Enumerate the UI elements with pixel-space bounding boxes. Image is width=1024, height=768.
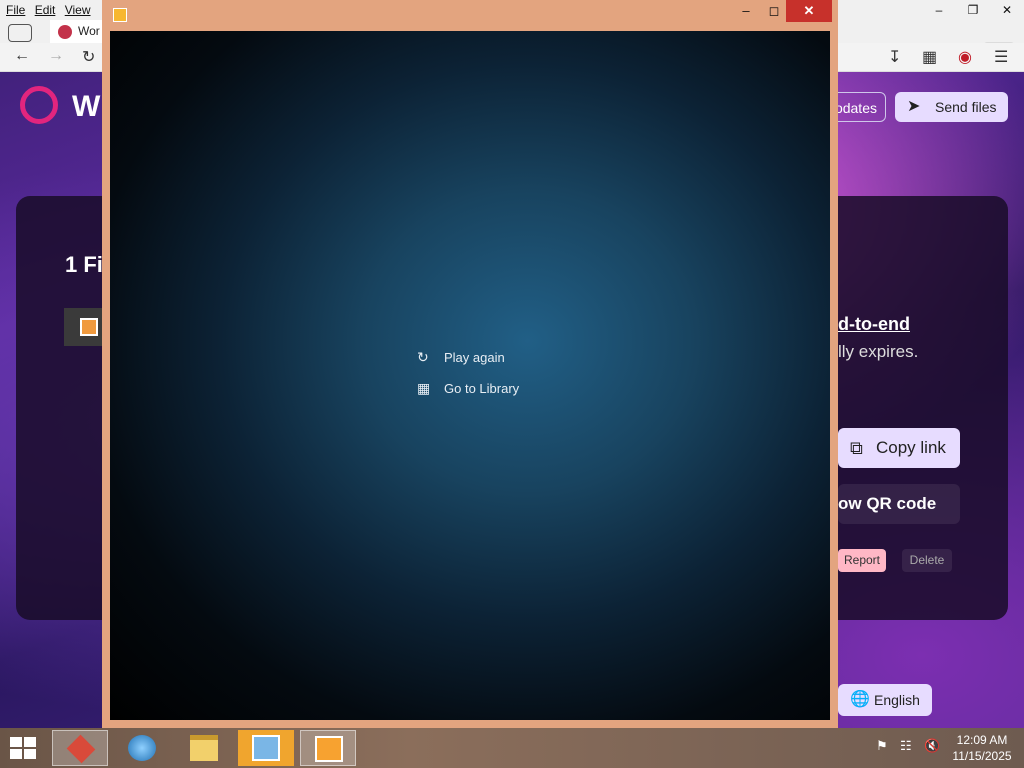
send-files-label: Send files — [935, 99, 997, 115]
site-logo-icon[interactable] — [20, 86, 58, 124]
globe-browser-icon — [128, 735, 156, 761]
network-icon[interactable]: ☷ — [900, 738, 912, 754]
play-again-label: Play again — [444, 350, 505, 365]
taskbar-app-5[interactable] — [300, 730, 356, 766]
end-to-end-text[interactable]: d-to-end — [838, 314, 910, 335]
send-files-button[interactable]: ➤ Send files — [895, 92, 1008, 122]
taskbar: ⚑ ☷ 🔇 12:09 AM 11/15/2025 — [0, 728, 1024, 768]
clock[interactable]: 12:09 AM 11/15/2025 — [944, 732, 1020, 764]
volume-muted-icon[interactable]: 🔇 — [924, 738, 940, 754]
reload-icon[interactable]: ↻ — [82, 47, 95, 67]
ublock-icon[interactable]: ◉ — [958, 47, 972, 67]
folder-icon — [190, 735, 218, 761]
globe-icon: 🌐 — [850, 691, 870, 708]
player-titlebar[interactable]: – ◻ ✕ — [102, 0, 838, 30]
media-player-app-icon — [113, 8, 127, 22]
package-icon — [66, 734, 96, 764]
clock-time: 12:09 AM — [956, 733, 1008, 747]
library-icon: ▦ — [417, 380, 431, 396]
clock-date: 11/15/2025 — [952, 749, 1012, 763]
show-qr-code-button[interactable]: ow QR code — [838, 484, 960, 524]
go-to-library-label: Go to Library — [444, 381, 520, 396]
language-button[interactable]: 🌐 English — [838, 684, 932, 716]
taskbar-app-1[interactable] — [52, 730, 108, 766]
card-title: 1 Fi — [65, 252, 103, 277]
control-panel-icon — [252, 735, 280, 761]
taskbar-app-2[interactable] — [114, 730, 170, 766]
tab-favicon-icon — [58, 25, 72, 39]
minimize-icon[interactable]: – — [734, 0, 758, 22]
close-icon[interactable]: ✕ — [786, 0, 832, 22]
send-icon: ➤ — [907, 98, 921, 115]
extensions-icon[interactable]: ▦ — [922, 47, 937, 67]
report-button[interactable]: Report — [838, 549, 886, 572]
video-area[interactable]: ↻ Play again ▦ Go to Library — [110, 31, 830, 720]
replay-icon: ↻ — [417, 349, 429, 365]
copy-icon: ⧉ — [850, 438, 863, 458]
maximize-icon[interactable]: ◻ — [762, 0, 786, 22]
back-icon[interactable]: ← — [14, 47, 30, 65]
menu-icon[interactable]: ☰ — [994, 47, 1008, 67]
forward-icon[interactable]: → — [48, 47, 64, 65]
menu-view[interactable]: View — [65, 3, 91, 17]
flag-icon[interactable]: ⚑ — [876, 738, 888, 754]
media-player-window: – ◻ ✕ ↻ Play again ▦ Go to Library — [102, 0, 838, 728]
menu-edit[interactable]: Edit — [35, 3, 56, 17]
language-label: English — [874, 692, 920, 708]
taskbar-app-4[interactable] — [238, 730, 294, 766]
taskbar-app-3[interactable] — [176, 730, 232, 766]
tab-overview-icon[interactable] — [8, 24, 32, 42]
copy-link-button[interactable]: ⧉ Copy link — [838, 428, 960, 468]
download-icon[interactable]: ↧ — [888, 47, 901, 67]
media-player-icon — [315, 736, 343, 762]
windows-start-icon[interactable] — [10, 737, 38, 759]
video-file-icon — [80, 318, 98, 336]
close-icon[interactable]: ✕ — [990, 0, 1024, 20]
copy-link-label: Copy link — [876, 438, 946, 457]
browser-window-controls: – ❐ ✕ — [922, 0, 1024, 20]
restore-icon[interactable]: ❐ — [956, 0, 990, 20]
minimize-icon[interactable]: – — [922, 0, 956, 20]
expires-text: lly expires. — [838, 342, 919, 361]
delete-button[interactable]: Delete — [902, 549, 952, 572]
menu-file[interactable]: File — [6, 3, 25, 17]
site-logo-text[interactable]: W — [72, 90, 100, 124]
